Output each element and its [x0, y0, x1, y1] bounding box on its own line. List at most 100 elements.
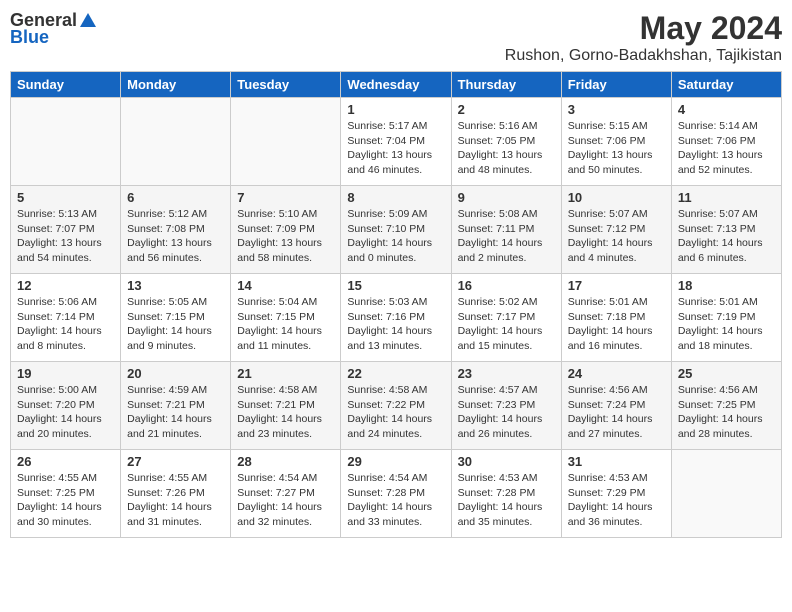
day-number: 25 [678, 366, 775, 381]
day-info: Sunrise: 5:01 AM Sunset: 7:19 PM Dayligh… [678, 295, 775, 354]
day-header-sunday: Sunday [11, 72, 121, 98]
day-header-friday: Friday [561, 72, 671, 98]
calendar-cell: 25 Sunrise: 4:56 AM Sunset: 7:25 PM Dayli… [671, 362, 781, 450]
calendar-cell: 9 Sunrise: 5:08 AM Sunset: 7:11 PM Daylig… [451, 186, 561, 274]
calendar-cell: 15 Sunrise: 5:03 AM Sunset: 7:16 PM Dayli… [341, 274, 451, 362]
day-info: Sunrise: 4:53 AM Sunset: 7:28 PM Dayligh… [458, 471, 555, 530]
day-info: Sunrise: 4:55 AM Sunset: 7:26 PM Dayligh… [127, 471, 224, 530]
calendar-cell: 11 Sunrise: 5:07 AM Sunset: 7:13 PM Dayli… [671, 186, 781, 274]
calendar-cell: 31 Sunrise: 4:53 AM Sunset: 7:29 PM Dayli… [561, 450, 671, 538]
day-number: 10 [568, 190, 665, 205]
day-number: 23 [458, 366, 555, 381]
calendar-cell: 7 Sunrise: 5:10 AM Sunset: 7:09 PM Daylig… [231, 186, 341, 274]
calendar-cell: 24Sunrise: 4:56 AM Sunset: 7:24 PM Dayli… [561, 362, 671, 450]
day-info: Sunrise: 4:53 AM Sunset: 7:29 PM Dayligh… [568, 471, 665, 530]
day-number: 8 [347, 190, 444, 205]
calendar-week-row: 26 Sunrise: 4:55 AM Sunset: 7:25 PM Dayli… [11, 450, 782, 538]
day-info: Sunrise: 5:17 AM Sunset: 7:04 PM Dayligh… [347, 119, 444, 178]
calendar-cell: 4 Sunrise: 5:14 AM Sunset: 7:06 PM Daylig… [671, 98, 781, 186]
calendar-week-row: 12 Sunrise: 5:06 AM Sunset: 7:14 PM Dayli… [11, 274, 782, 362]
day-number: 7 [237, 190, 334, 205]
calendar-cell: 13 Sunrise: 5:05 AM Sunset: 7:15 PM Dayli… [121, 274, 231, 362]
title-area: May 2024 Rushon, Gorno-Badakhshan, Tajik… [505, 10, 782, 65]
day-info: Sunrise: 4:54 AM Sunset: 7:27 PM Dayligh… [237, 471, 334, 530]
day-number: 16 [458, 278, 555, 293]
day-number: 21 [237, 366, 334, 381]
calendar-cell [11, 98, 121, 186]
day-number: 27 [127, 454, 224, 469]
logo: General Blue [10, 10, 99, 48]
day-info: Sunrise: 5:10 AM Sunset: 7:09 PM Dayligh… [237, 207, 334, 266]
logo-icon [78, 11, 98, 31]
calendar-cell: 5Sunrise: 5:13 AM Sunset: 7:07 PM Daylig… [11, 186, 121, 274]
calendar-body: 1Sunrise: 5:17 AM Sunset: 7:04 PM Daylig… [11, 98, 782, 538]
day-info: Sunrise: 4:59 AM Sunset: 7:21 PM Dayligh… [127, 383, 224, 442]
calendar-cell: 22 Sunrise: 4:58 AM Sunset: 7:22 PM Dayli… [341, 362, 451, 450]
calendar-cell: 28 Sunrise: 4:54 AM Sunset: 7:27 PM Dayli… [231, 450, 341, 538]
day-number: 26 [17, 454, 114, 469]
day-info: Sunrise: 4:54 AM Sunset: 7:28 PM Dayligh… [347, 471, 444, 530]
day-info: Sunrise: 5:04 AM Sunset: 7:15 PM Dayligh… [237, 295, 334, 354]
day-info: Sunrise: 5:15 AM Sunset: 7:06 PM Dayligh… [568, 119, 665, 178]
day-info: Sunrise: 5:13 AM Sunset: 7:07 PM Dayligh… [17, 207, 114, 266]
calendar-cell: 16Sunrise: 5:02 AM Sunset: 7:17 PM Dayli… [451, 274, 561, 362]
calendar-cell: 3 Sunrise: 5:15 AM Sunset: 7:06 PM Daylig… [561, 98, 671, 186]
day-header-thursday: Thursday [451, 72, 561, 98]
calendar-cell: 12 Sunrise: 5:06 AM Sunset: 7:14 PM Dayli… [11, 274, 121, 362]
calendar-cell: 23 Sunrise: 4:57 AM Sunset: 7:23 PM Dayli… [451, 362, 561, 450]
day-number: 29 [347, 454, 444, 469]
day-number: 2 [458, 102, 555, 117]
location-title: Rushon, Gorno-Badakhshan, Tajikistan [505, 47, 782, 65]
calendar-cell: 30Sunrise: 4:53 AM Sunset: 7:28 PM Dayli… [451, 450, 561, 538]
day-number: 22 [347, 366, 444, 381]
day-number: 13 [127, 278, 224, 293]
day-number: 12 [17, 278, 114, 293]
calendar-cell: 19 Sunrise: 5:00 AM Sunset: 7:20 PM Dayli… [11, 362, 121, 450]
header: General Blue May 2024 Rushon, Gorno-Bada… [10, 10, 782, 65]
calendar-cell: 10 Sunrise: 5:07 AM Sunset: 7:12 PM Dayli… [561, 186, 671, 274]
calendar-cell: 29 Sunrise: 4:54 AM Sunset: 7:28 PM Dayli… [341, 450, 451, 538]
day-header-tuesday: Tuesday [231, 72, 341, 98]
day-header-monday: Monday [121, 72, 231, 98]
day-number: 19 [17, 366, 114, 381]
day-number: 14 [237, 278, 334, 293]
calendar-cell: 6Sunrise: 5:12 AM Sunset: 7:08 PM Daylig… [121, 186, 231, 274]
calendar-cell: 18Sunrise: 5:01 AM Sunset: 7:19 PM Dayli… [671, 274, 781, 362]
day-info: Sunrise: 5:14 AM Sunset: 7:06 PM Dayligh… [678, 119, 775, 178]
day-number: 4 [678, 102, 775, 117]
calendar-table: SundayMondayTuesdayWednesdayThursdayFrid… [10, 71, 782, 538]
day-number: 31 [568, 454, 665, 469]
day-info: Sunrise: 5:08 AM Sunset: 7:11 PM Dayligh… [458, 207, 555, 266]
day-number: 11 [678, 190, 775, 205]
day-info: Sunrise: 4:58 AM Sunset: 7:22 PM Dayligh… [347, 383, 444, 442]
calendar-cell: 17Sunrise: 5:01 AM Sunset: 7:18 PM Dayli… [561, 274, 671, 362]
calendar-cell: 8Sunrise: 5:09 AM Sunset: 7:10 PM Daylig… [341, 186, 451, 274]
day-info: Sunrise: 4:57 AM Sunset: 7:23 PM Dayligh… [458, 383, 555, 442]
calendar-cell: 1Sunrise: 5:17 AM Sunset: 7:04 PM Daylig… [341, 98, 451, 186]
day-header-wednesday: Wednesday [341, 72, 451, 98]
calendar-cell [671, 450, 781, 538]
day-info: Sunrise: 5:07 AM Sunset: 7:12 PM Dayligh… [568, 207, 665, 266]
day-number: 17 [568, 278, 665, 293]
day-info: Sunrise: 5:03 AM Sunset: 7:16 PM Dayligh… [347, 295, 444, 354]
calendar-cell: 2Sunrise: 5:16 AM Sunset: 7:05 PM Daylig… [451, 98, 561, 186]
day-info: Sunrise: 4:55 AM Sunset: 7:25 PM Dayligh… [17, 471, 114, 530]
day-info: Sunrise: 4:56 AM Sunset: 7:25 PM Dayligh… [678, 383, 775, 442]
day-info: Sunrise: 5:05 AM Sunset: 7:15 PM Dayligh… [127, 295, 224, 354]
calendar-cell: 26 Sunrise: 4:55 AM Sunset: 7:25 PM Dayli… [11, 450, 121, 538]
calendar-cell: 21 Sunrise: 4:58 AM Sunset: 7:21 PM Dayli… [231, 362, 341, 450]
calendar-week-row: 1Sunrise: 5:17 AM Sunset: 7:04 PM Daylig… [11, 98, 782, 186]
calendar-cell [121, 98, 231, 186]
day-number: 3 [568, 102, 665, 117]
day-number: 24 [568, 366, 665, 381]
day-number: 28 [237, 454, 334, 469]
day-info: Sunrise: 5:06 AM Sunset: 7:14 PM Dayligh… [17, 295, 114, 354]
day-info: Sunrise: 5:00 AM Sunset: 7:20 PM Dayligh… [17, 383, 114, 442]
day-number: 9 [458, 190, 555, 205]
day-info: Sunrise: 4:58 AM Sunset: 7:21 PM Dayligh… [237, 383, 334, 442]
day-info: Sunrise: 5:07 AM Sunset: 7:13 PM Dayligh… [678, 207, 775, 266]
day-number: 15 [347, 278, 444, 293]
day-header-saturday: Saturday [671, 72, 781, 98]
logo-blue: Blue [10, 27, 49, 48]
calendar-header-row: SundayMondayTuesdayWednesdayThursdayFrid… [11, 72, 782, 98]
